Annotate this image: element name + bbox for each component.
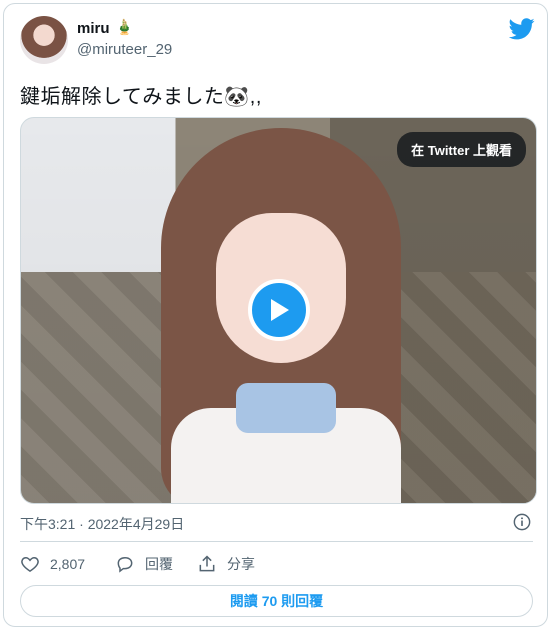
heart-icon bbox=[21, 556, 39, 572]
share-action[interactable]: 分享 bbox=[197, 553, 255, 575]
video-subject-bow bbox=[236, 383, 336, 433]
reply-bubble-icon bbox=[117, 556, 133, 573]
display-name[interactable]: miru bbox=[77, 20, 110, 37]
divider bbox=[20, 541, 533, 542]
play-button[interactable] bbox=[248, 279, 310, 341]
share-label: 分享 bbox=[227, 556, 255, 572]
play-icon bbox=[271, 299, 289, 321]
tweet-card: miru 🎍 @miruteer_29 鍵垢解除してみました🐼,, 在 Twit… bbox=[3, 3, 548, 627]
like-action[interactable]: 2,807 bbox=[20, 553, 85, 575]
read-replies-button[interactable]: 閱讀 70 則回覆 bbox=[20, 585, 533, 617]
watch-on-twitter-button[interactable]: 在 Twitter 上觀看 bbox=[397, 132, 526, 167]
video-player[interactable]: 在 Twitter 上觀看 bbox=[20, 117, 537, 504]
tweet-timestamp[interactable]: 下午3:21 · 2022年4月29日 bbox=[20, 514, 184, 534]
avatar[interactable] bbox=[20, 16, 68, 64]
info-icon[interactable] bbox=[513, 513, 531, 531]
share-icon bbox=[199, 555, 215, 572]
like-count: 2,807 bbox=[50, 556, 86, 572]
reply-action[interactable]: 回覆 bbox=[115, 553, 173, 575]
user-handle[interactable]: @miruteer_29 bbox=[77, 41, 172, 58]
reply-label: 回覆 bbox=[145, 556, 173, 572]
tweet-text: 鍵垢解除してみました🐼,, bbox=[20, 86, 262, 108]
twitter-bird-icon[interactable] bbox=[509, 18, 535, 40]
name-emoji: 🎍 bbox=[115, 19, 134, 36]
